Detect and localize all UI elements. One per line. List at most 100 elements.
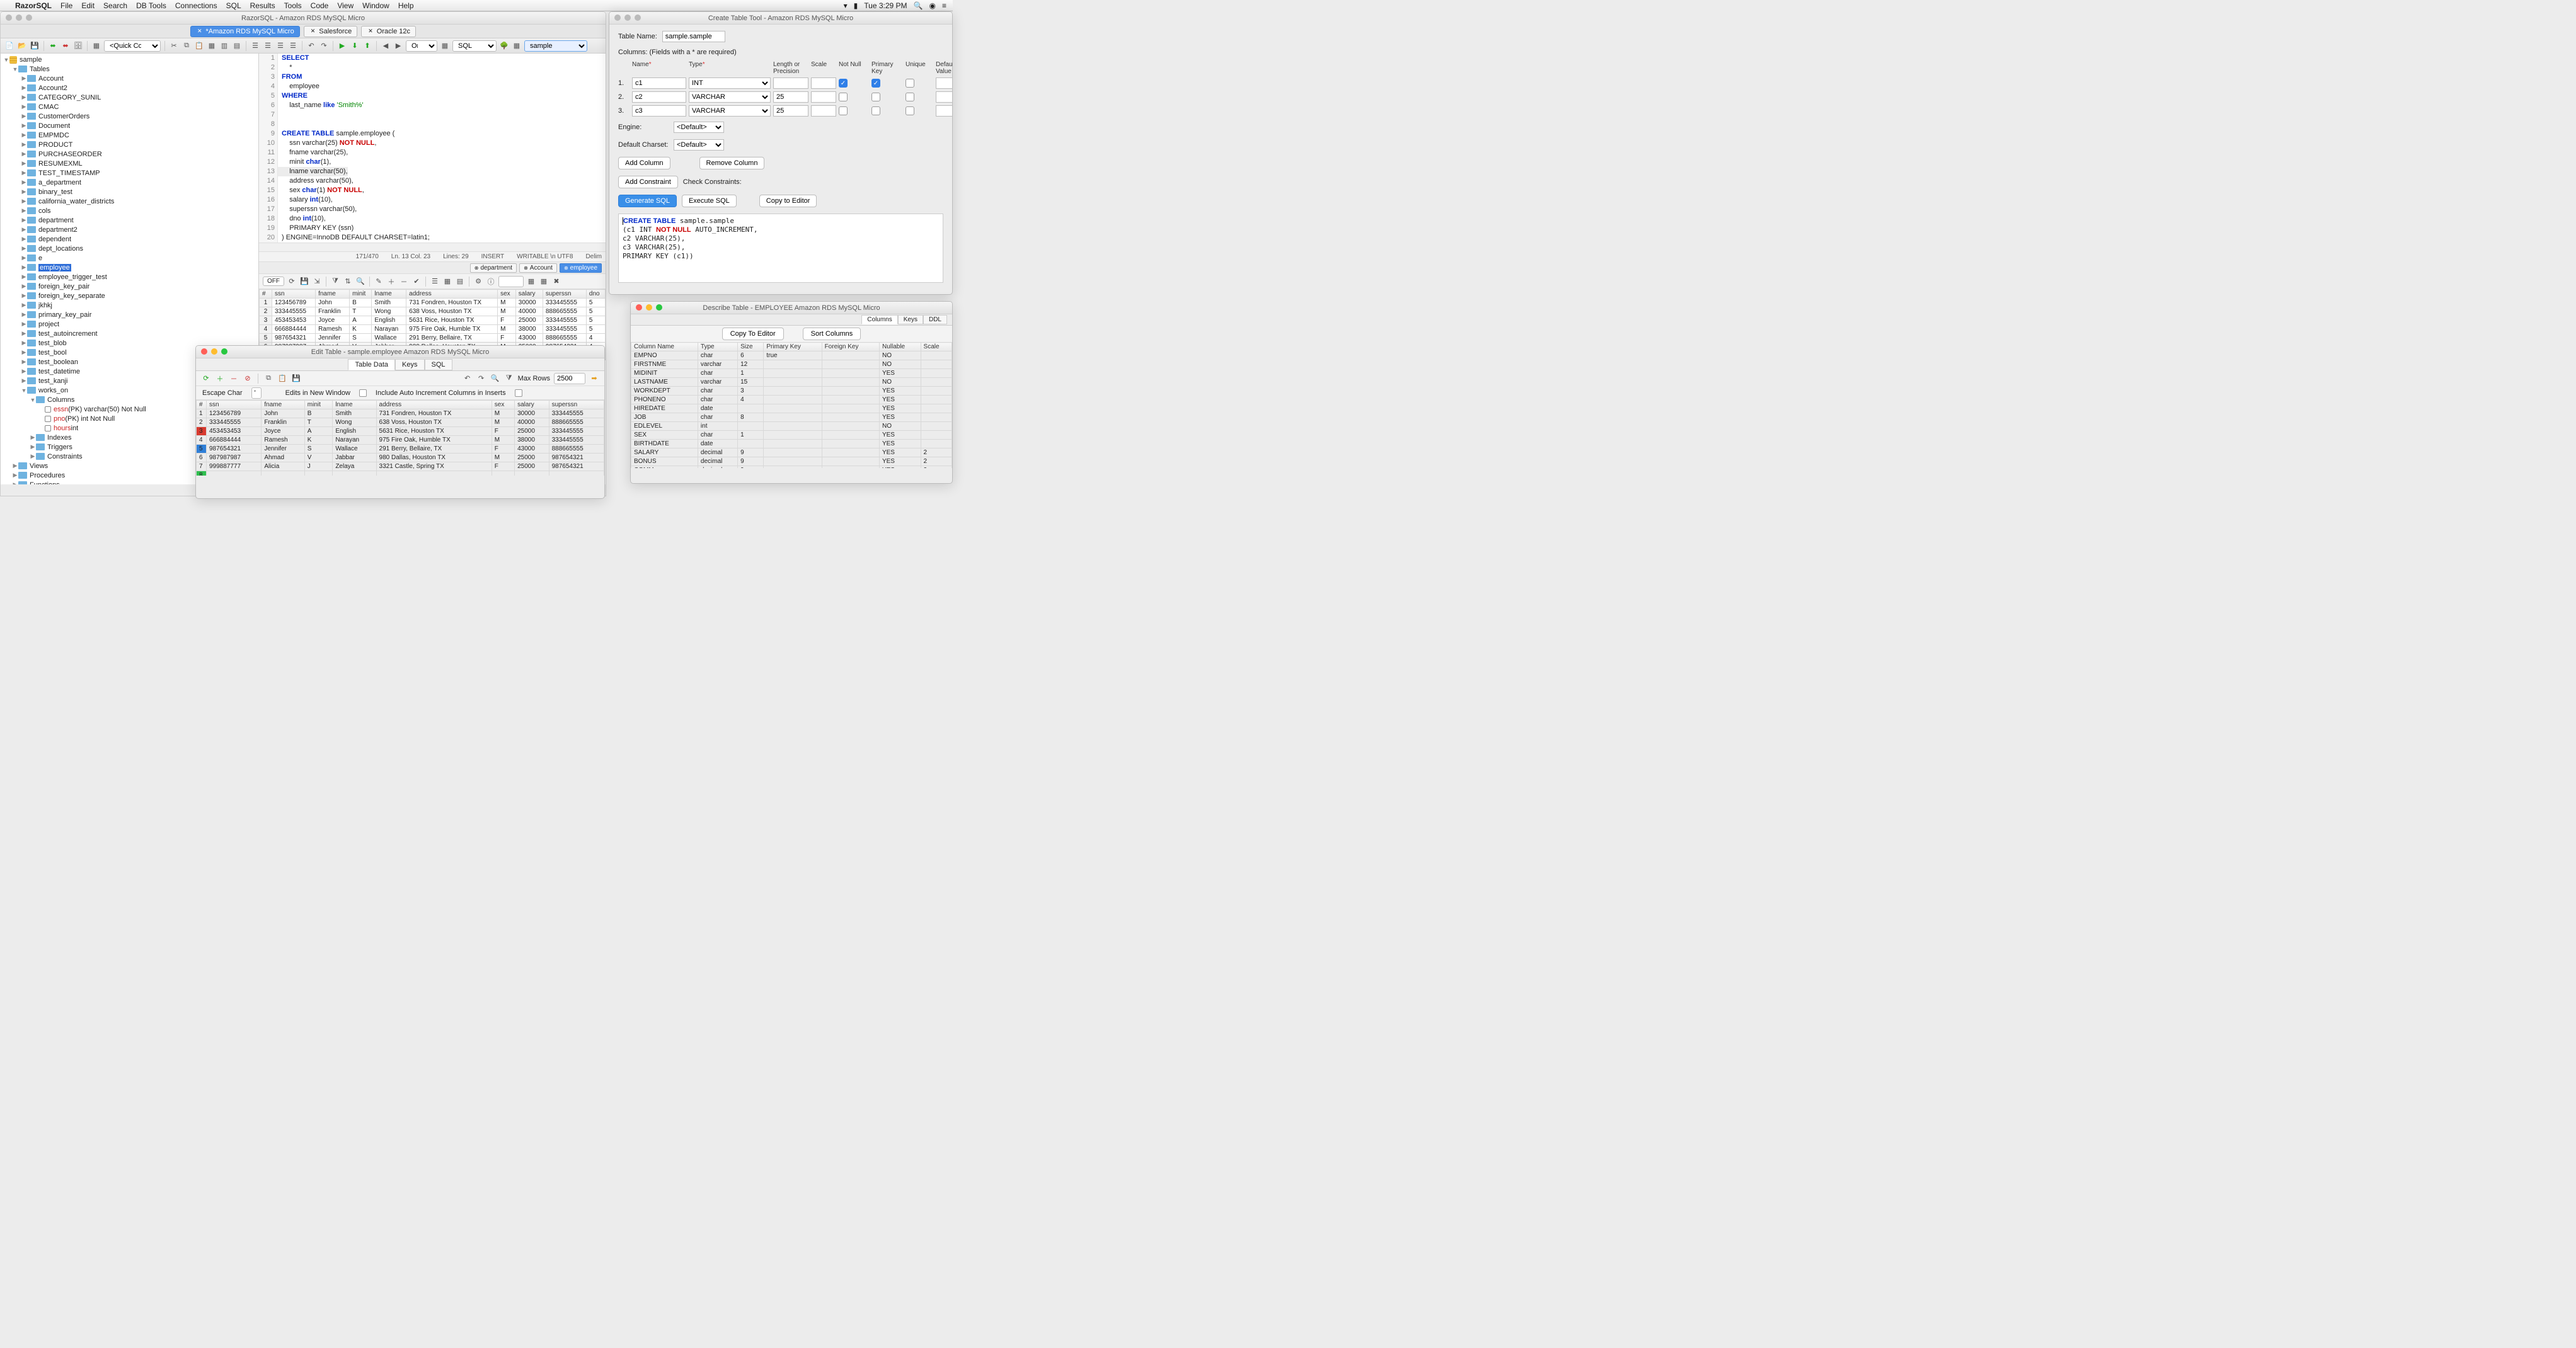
- table-row[interactable]: 2333445555FranklinTWong638 Voss, Houston…: [197, 418, 604, 427]
- grid3-icon[interactable]: ▤: [232, 41, 242, 51]
- engine-select[interactable]: <Default>: [674, 122, 724, 133]
- search-icon[interactable]: 🔍: [914, 1, 923, 10]
- tree-table[interactable]: ▶department: [1, 215, 258, 225]
- col-header[interactable]: salary: [515, 401, 549, 409]
- run-icon[interactable]: ▶: [337, 41, 347, 51]
- on-select[interactable]: On: [406, 40, 437, 52]
- default-input[interactable]: [936, 77, 953, 89]
- add-column-button[interactable]: Add Column: [618, 157, 670, 169]
- undo-icon[interactable]: ↶: [463, 374, 473, 384]
- row-marker[interactable]: 8: [197, 471, 207, 476]
- wifi-icon[interactable]: ▾: [844, 1, 848, 10]
- table-icon[interactable]: ▦: [91, 41, 101, 51]
- tree-table[interactable]: ▶RESUMEXML: [1, 159, 258, 168]
- copy-editor-button[interactable]: Copy to Editor: [759, 195, 817, 207]
- col-header[interactable]: Primary Key: [764, 343, 822, 351]
- col-header[interactable]: Foreign Key: [822, 343, 879, 351]
- info-icon[interactable]: ⓘ: [486, 277, 496, 287]
- menu-edit[interactable]: Edit: [81, 1, 95, 10]
- conn-tab[interactable]: ✕*Amazon RDS MySQL Micro: [190, 26, 300, 37]
- table-row[interactable]: 1123456789JohnBSmith731 Fondren, Houston…: [260, 299, 606, 307]
- notification-icon[interactable]: ◉: [929, 1, 936, 10]
- col-len-input[interactable]: [773, 91, 808, 103]
- col-header[interactable]: fname: [262, 401, 304, 409]
- minimize-icon[interactable]: [211, 348, 217, 355]
- menu-search[interactable]: Search: [103, 1, 127, 10]
- tree-table[interactable]: ▶binary_test: [1, 187, 258, 197]
- close-result-icon[interactable]: ✖: [551, 277, 561, 287]
- sql-icon[interactable]: ▦: [526, 277, 536, 287]
- db-icon[interactable]: 🗄: [73, 41, 83, 51]
- clock[interactable]: Tue 3:29 PM: [864, 1, 907, 10]
- menu-window[interactable]: Window: [362, 1, 389, 10]
- col-len-input[interactable]: [773, 77, 808, 89]
- result-tab[interactable]: ⊗department: [470, 263, 517, 273]
- minimize-icon[interactable]: [646, 304, 652, 311]
- tree-table[interactable]: ▶Account: [1, 74, 258, 83]
- list3-icon[interactable]: ☰: [275, 41, 285, 51]
- table-row[interactable]: MIDINITchar1YES: [631, 369, 952, 378]
- opt-autoinc-check[interactable]: [515, 389, 522, 397]
- col-header[interactable]: Size: [738, 343, 764, 351]
- paste-icon[interactable]: 📋: [194, 41, 204, 51]
- close-tab-icon[interactable]: ✕: [196, 28, 204, 35]
- col-header[interactable]: lname: [333, 401, 376, 409]
- col-scale-input[interactable]: [811, 105, 836, 117]
- go-icon[interactable]: ➡: [589, 374, 599, 384]
- tree-table[interactable]: ▶dept_locations: [1, 244, 258, 253]
- tree-table[interactable]: ▶PRODUCT: [1, 140, 258, 149]
- pk-check[interactable]: [871, 93, 880, 101]
- tree-table[interactable]: ▶test_autoincrement: [1, 329, 258, 338]
- commit-icon[interactable]: ✔: [411, 277, 422, 287]
- table-row[interactable]: SEXchar1YES: [631, 431, 952, 440]
- export-icon[interactable]: ⇲: [312, 277, 322, 287]
- tree-table[interactable]: ▶Account2: [1, 83, 258, 93]
- menu-results[interactable]: Results: [250, 1, 275, 10]
- page-icon[interactable]: ▦: [440, 41, 450, 51]
- refresh-icon[interactable]: ⟳: [287, 277, 297, 287]
- table-name-input[interactable]: [662, 31, 725, 42]
- edit-tab[interactable]: SQL: [425, 359, 452, 370]
- tree-table[interactable]: ▶CustomerOrders: [1, 111, 258, 121]
- opt-new-window-check[interactable]: [359, 389, 367, 397]
- conn-tab[interactable]: ✕Salesforce: [304, 26, 358, 37]
- col-header[interactable]: address: [406, 290, 498, 299]
- remove-column-button[interactable]: Remove Column: [699, 157, 765, 169]
- notnull-check[interactable]: ✓: [839, 79, 848, 88]
- table-row[interactable]: 6987987987AhmadVJabbar980 Dallas, Housto…: [197, 454, 604, 462]
- default-input[interactable]: [936, 91, 953, 103]
- minimize-icon[interactable]: [16, 14, 22, 21]
- quick-connect-select[interactable]: <Quick Connect>: [104, 40, 161, 52]
- find-icon[interactable]: 🔍: [355, 277, 365, 287]
- sql2-icon[interactable]: ▦: [539, 277, 549, 287]
- add-constraint-button[interactable]: Add Constraint: [618, 176, 678, 188]
- prev-icon[interactable]: ◀: [381, 41, 391, 51]
- generated-sql[interactable]: CREATE TABLE sample.sample (c1 INT NOT N…: [618, 214, 943, 283]
- col-scale-input[interactable]: [811, 91, 836, 103]
- disconnect-icon[interactable]: ⬌: [60, 41, 71, 51]
- sql-editor[interactable]: 1SELECT2 *3FROM4 employee5WHERE6 last_na…: [259, 54, 606, 243]
- col-header[interactable]: superssn: [549, 401, 604, 409]
- row-marker[interactable]: 2: [197, 418, 207, 427]
- menu-view[interactable]: View: [337, 1, 354, 10]
- redo-icon[interactable]: ↷: [476, 374, 486, 384]
- menu-help[interactable]: Help: [398, 1, 414, 10]
- table-row[interactable]: COMMdecimal9YES2: [631, 466, 952, 469]
- save-icon[interactable]: 💾: [30, 41, 40, 51]
- refresh-icon[interactable]: ⟳: [201, 374, 211, 384]
- run-down-icon[interactable]: ⬇: [350, 41, 360, 51]
- view1-icon[interactable]: ☰: [430, 277, 440, 287]
- traffic-lights[interactable]: [6, 14, 32, 21]
- tree-table[interactable]: ▶cols: [1, 206, 258, 215]
- col-header[interactable]: #: [260, 290, 272, 299]
- close-tab-icon[interactable]: ✕: [367, 28, 374, 35]
- unique-check[interactable]: [906, 93, 914, 101]
- view3-icon[interactable]: ▤: [455, 277, 465, 287]
- cancel-icon[interactable]: ⊘: [243, 374, 253, 384]
- unique-check[interactable]: [906, 79, 914, 88]
- menu-icon[interactable]: ≡: [942, 1, 946, 10]
- table-row[interactable]: EDLEVELintNO: [631, 422, 952, 431]
- col-type-select[interactable]: VARCHAR: [689, 91, 771, 103]
- row-marker[interactable]: 3: [197, 427, 207, 436]
- col-header[interactable]: address: [376, 401, 492, 409]
